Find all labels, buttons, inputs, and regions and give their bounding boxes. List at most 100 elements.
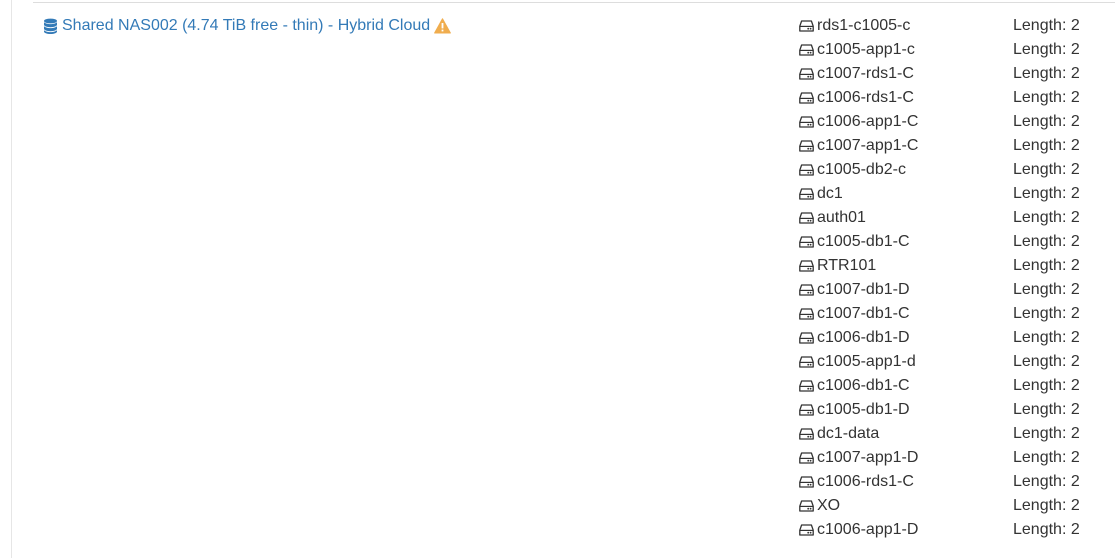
hdd-icon bbox=[799, 284, 814, 296]
hdd-icon bbox=[799, 164, 814, 176]
vdi-name: c1007-db1-C bbox=[817, 305, 910, 322]
storage-repository-row: Shared NAS002 (4.74 TiB free - thin) - H… bbox=[43, 14, 452, 38]
vdi-name: dc1 bbox=[817, 185, 843, 202]
vdi-list: rds1-c1005-c Length: 2 c1005-app1-c Length:… bbox=[799, 14, 1099, 542]
vdi-name: RTR101 bbox=[817, 257, 877, 274]
row-divider bbox=[33, 2, 1115, 3]
vdi-length: Length: 2 bbox=[1013, 521, 1080, 538]
vdi-length: Length: 2 bbox=[1013, 41, 1080, 58]
vdi-row: c1006-db1-D Length: 2 bbox=[799, 326, 1099, 350]
storage-repository-name[interactable]: Shared NAS002 (4.74 TiB free - thin) - H… bbox=[62, 17, 430, 35]
vdi-name: c1006-rds1-C bbox=[817, 473, 914, 490]
storage-repository-link[interactable]: Shared NAS002 (4.74 TiB free - thin) - H… bbox=[43, 17, 430, 35]
vdi-name-cell: c1007-db1-D bbox=[799, 281, 1013, 299]
vdi-row: c1006-rds1-C Length: 2 bbox=[799, 470, 1099, 494]
vdi-name-cell: c1006-app1-D bbox=[799, 521, 1013, 539]
vdi-length: Length: 2 bbox=[1013, 161, 1080, 178]
vdi-name: rds1-c1005-c bbox=[817, 17, 911, 34]
vdi-name-cell: c1006-rds1-C bbox=[799, 473, 1013, 491]
vdi-row: XO Length: 2 bbox=[799, 494, 1099, 518]
hdd-icon bbox=[799, 236, 814, 248]
vdi-name-cell: c1007-db1-C bbox=[799, 305, 1013, 323]
vdi-name: c1006-db1-C bbox=[817, 377, 910, 394]
vdi-name-cell: c1006-db1-C bbox=[799, 377, 1013, 395]
vdi-row: c1007-app1-C Length: 2 bbox=[799, 134, 1099, 158]
vdi-length: Length: 2 bbox=[1013, 425, 1080, 442]
vdi-row: c1005-db1-C Length: 2 bbox=[799, 230, 1099, 254]
vdi-name-cell: dc1 bbox=[799, 185, 1013, 203]
hdd-icon bbox=[799, 356, 814, 368]
vdi-row: c1006-rds1-C Length: 2 bbox=[799, 86, 1099, 110]
vdi-name-cell: c1006-db1-D bbox=[799, 329, 1013, 347]
hdd-icon bbox=[799, 140, 814, 152]
hdd-icon bbox=[799, 476, 814, 488]
hdd-icon bbox=[799, 308, 814, 320]
vdi-row: c1007-rds1-C Length: 2 bbox=[799, 62, 1099, 86]
vdi-name-cell: c1007-app1-C bbox=[799, 137, 1013, 155]
hdd-icon bbox=[799, 212, 814, 224]
vdi-row: c1005-db2-c Length: 2 bbox=[799, 158, 1099, 182]
vdi-name-cell: c1007-app1-D bbox=[799, 449, 1013, 467]
vdi-name: c1006-app1-D bbox=[817, 521, 919, 538]
hdd-icon bbox=[799, 380, 814, 392]
vdi-name: c1007-app1-D bbox=[817, 449, 919, 466]
vdi-name-cell: dc1-data bbox=[799, 425, 1013, 443]
vdi-row: c1007-app1-D Length: 2 bbox=[799, 446, 1099, 470]
hdd-icon bbox=[799, 188, 814, 200]
vdi-length: Length: 2 bbox=[1013, 185, 1080, 202]
hdd-icon bbox=[799, 332, 814, 344]
vdi-name-cell: rds1-c1005-c bbox=[799, 17, 1013, 35]
vdi-row: dc1 Length: 2 bbox=[799, 182, 1099, 206]
hdd-icon bbox=[799, 68, 814, 80]
vdi-name: c1005-db2-c bbox=[817, 161, 906, 178]
hdd-icon bbox=[799, 92, 814, 104]
vdi-name-cell: RTR101 bbox=[799, 257, 1013, 275]
hdd-icon bbox=[799, 44, 814, 56]
vdi-length: Length: 2 bbox=[1013, 113, 1080, 130]
vdi-name-cell: c1005-app1-c bbox=[799, 41, 1013, 59]
vdi-length: Length: 2 bbox=[1013, 377, 1080, 394]
vdi-name-cell: c1005-db1-D bbox=[799, 401, 1013, 419]
vdi-row: c1005-app1-d Length: 2 bbox=[799, 350, 1099, 374]
vdi-name: c1007-rds1-C bbox=[817, 65, 914, 82]
hdd-icon bbox=[799, 404, 814, 416]
hdd-icon bbox=[799, 20, 814, 32]
vdi-row: c1005-app1-c Length: 2 bbox=[799, 38, 1099, 62]
vdi-row: auth01 Length: 2 bbox=[799, 206, 1099, 230]
vdi-length: Length: 2 bbox=[1013, 65, 1080, 82]
vdi-length: Length: 2 bbox=[1013, 329, 1080, 346]
vdi-row: c1006-app1-C Length: 2 bbox=[799, 110, 1099, 134]
vdi-length: Length: 2 bbox=[1013, 17, 1080, 34]
vdi-name-cell: c1006-rds1-C bbox=[799, 89, 1013, 107]
hdd-icon bbox=[799, 452, 814, 464]
vdi-row: c1005-db1-D Length: 2 bbox=[799, 398, 1099, 422]
vdi-length: Length: 2 bbox=[1013, 497, 1080, 514]
vdi-length: Length: 2 bbox=[1013, 233, 1080, 250]
vdi-name-cell: c1007-rds1-C bbox=[799, 65, 1013, 83]
vdi-length: Length: 2 bbox=[1013, 449, 1080, 466]
vdi-length: Length: 2 bbox=[1013, 89, 1080, 106]
vdi-name-cell: c1005-app1-d bbox=[799, 353, 1013, 371]
vdi-name: c1006-db1-D bbox=[817, 329, 910, 346]
hdd-icon bbox=[799, 260, 814, 272]
hdd-icon bbox=[799, 116, 814, 128]
vdi-length: Length: 2 bbox=[1013, 257, 1080, 274]
vdi-row: c1006-app1-D Length: 2 bbox=[799, 518, 1099, 542]
vdi-length: Length: 2 bbox=[1013, 473, 1080, 490]
vdi-name: auth01 bbox=[817, 209, 866, 226]
vdi-row: RTR101 Length: 2 bbox=[799, 254, 1099, 278]
vdi-name-cell: XO bbox=[799, 497, 1013, 515]
vdi-name: c1005-db1-D bbox=[817, 401, 910, 418]
vdi-name: c1006-app1-C bbox=[817, 113, 919, 130]
hdd-icon bbox=[799, 524, 814, 536]
vdi-length: Length: 2 bbox=[1013, 281, 1080, 298]
database-icon bbox=[43, 18, 58, 34]
vdi-name-cell: auth01 bbox=[799, 209, 1013, 227]
vdi-name: c1007-db1-D bbox=[817, 281, 910, 298]
vdi-name: c1005-app1-c bbox=[817, 41, 915, 58]
warning-icon bbox=[434, 18, 452, 34]
vdi-name: dc1-data bbox=[817, 425, 880, 442]
vdi-row: c1007-db1-D Length: 2 bbox=[799, 278, 1099, 302]
vdi-name: XO bbox=[817, 497, 841, 514]
hdd-icon bbox=[799, 428, 814, 440]
